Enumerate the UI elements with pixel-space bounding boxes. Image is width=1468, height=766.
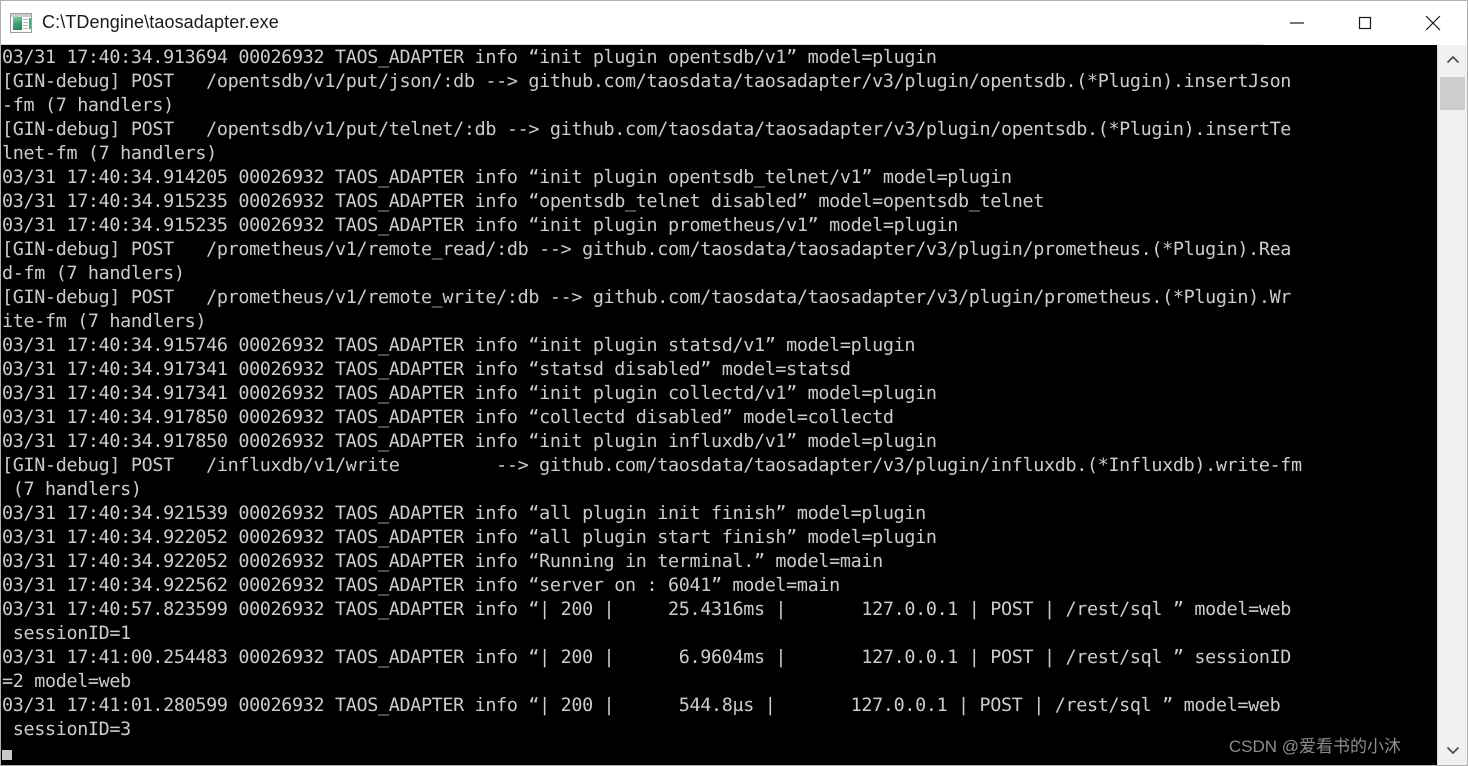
maximize-button[interactable] [1331,1,1399,45]
scrollbar-thumb[interactable] [1440,77,1465,110]
console-area: 03/31 17:40:34.913694 00026932 TAOS_ADAP… [1,45,1467,765]
close-button[interactable] [1399,1,1467,45]
window-title: C:\TDengine\taosadapter.exe [42,12,279,32]
chevron-down-icon [1446,746,1459,755]
close-icon [1425,15,1441,30]
maximize-icon [1358,16,1372,29]
console-output[interactable]: 03/31 17:40:34.913694 00026932 TAOS_ADAP… [1,45,1437,765]
console-app-icon [10,12,32,33]
console-window: C:\TDengine\taosadapter.exe 03/31 17:40:… [0,0,1468,766]
console-cursor [2,750,12,760]
minimize-icon [1290,21,1304,24]
chevron-up-icon [1446,55,1459,64]
scroll-down-button[interactable] [1438,735,1467,765]
window-controls [1263,1,1467,45]
title-bar-left: C:\TDengine\taosadapter.exe [1,12,1263,33]
console-text: 03/31 17:40:34.913694 00026932 TAOS_ADAP… [2,47,1302,740]
title-bar: C:\TDengine\taosadapter.exe [1,1,1467,45]
vertical-scrollbar[interactable] [1437,45,1467,765]
minimize-button[interactable] [1263,1,1331,45]
scroll-up-button[interactable] [1438,45,1467,75]
